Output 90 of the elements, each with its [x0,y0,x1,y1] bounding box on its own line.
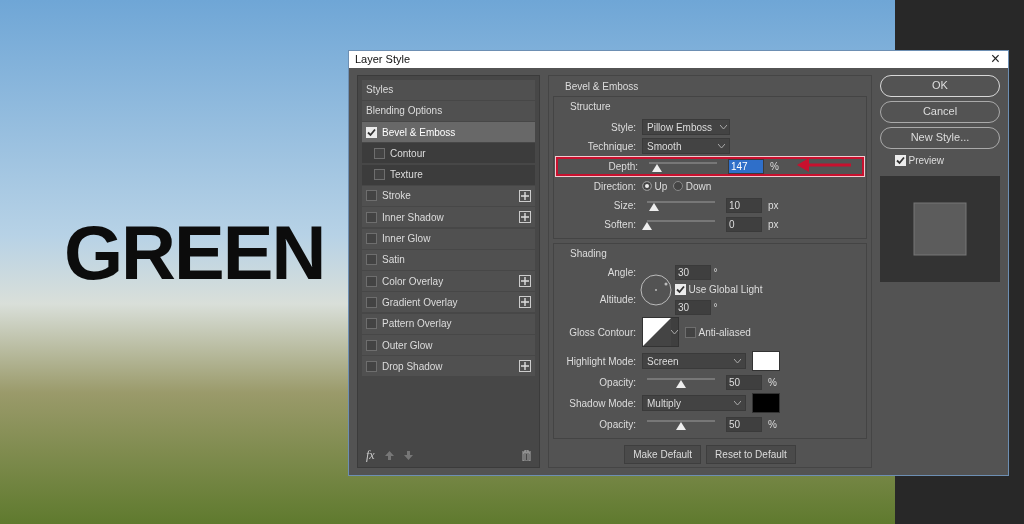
number-field[interactable]: 30 [675,264,711,280]
group-title: Bevel & Emboss [565,79,640,94]
slider-thumb[interactable] [676,380,686,388]
style-list-item[interactable]: Gradient Overlay [362,292,535,313]
style-list-item[interactable]: Contour [362,143,535,164]
window-title: Layer Style [355,52,411,67]
checkbox[interactable] [374,147,385,159]
checkbox-label[interactable]: Preview [895,152,1000,168]
checkbox[interactable] [366,190,377,202]
field-label: Style: [610,120,636,135]
unit-label: % [768,417,777,432]
radio-option[interactable]: Up [642,178,668,194]
slider-thumb[interactable] [642,222,652,230]
add-icon[interactable] [519,190,531,202]
field-label: Angle: [606,265,636,280]
unit-label: % [770,159,779,174]
dialog-button[interactable]: New Style... [880,126,1000,149]
default-button[interactable]: Reset to Default [706,445,796,464]
number-field[interactable]: 50 [726,416,762,432]
number-field[interactable]: 50 [726,374,762,390]
dialog-button[interactable]: OK [880,74,1000,97]
unit-label: ° [713,265,718,280]
style-list-item[interactable]: Bevel & Emboss [362,122,535,143]
number-field[interactable]: 10 [726,197,762,213]
field-label: Altitude: [598,292,636,307]
field-label: Size: [612,198,636,213]
checkbox[interactable] [685,326,696,338]
field-label: Gloss Contour: [568,325,636,340]
dropdown[interactable]: Screen [642,353,746,369]
checkbox[interactable] [675,284,686,295]
number-field[interactable]: 30 [675,299,711,315]
checkbox-label[interactable]: Use Global Light [675,282,763,297]
contour-picker[interactable] [642,317,679,347]
number-field[interactable]: 0 [726,216,762,232]
dropdown[interactable]: Multiply [642,395,746,411]
field-label: Shadow Mode: [568,396,636,411]
trash-icon[interactable] [522,447,531,463]
style-list-item[interactable]: Satin [362,249,535,270]
checkbox-label[interactable]: Anti-aliased [685,324,751,340]
dropdown[interactable]: Pillow Emboss [642,119,730,135]
dialog-button[interactable]: Cancel [880,100,1000,123]
preview-swatch [913,201,967,256]
default-button[interactable]: Make Default [624,445,702,464]
checkbox[interactable] [366,360,377,372]
add-icon[interactable] [519,211,531,224]
radio-option[interactable]: Down [673,178,712,194]
slider-thumb[interactable] [652,164,663,172]
field-label: Technique: [586,139,636,154]
unit-label: % [768,375,777,390]
style-list-item[interactable]: Styles [362,79,535,100]
style-list-item[interactable]: Blending Options [362,100,535,121]
add-icon[interactable] [519,275,531,288]
group-title: Shading [570,246,608,261]
style-list-item[interactable]: Pattern Overlay [362,313,535,334]
style-list-item[interactable]: Inner Glow [362,228,535,249]
style-list-item[interactable]: Outer Glow [362,335,535,356]
slider-thumb[interactable] [676,422,686,430]
style-list-item[interactable]: Stroke [362,186,535,206]
group-title: Structure [570,99,612,114]
checkbox[interactable] [366,318,377,330]
checkbox[interactable] [366,254,377,266]
unit-label: ° [713,300,718,315]
field-label: Soften: [603,217,636,232]
checkbox[interactable] [366,339,377,351]
field-label: Highlight Mode: [565,354,636,369]
style-list-item[interactable]: Drop Shadow [362,356,535,377]
field-label: Depth: [607,159,638,174]
checkbox[interactable] [366,211,377,223]
field-label: Opacity: [598,375,636,390]
style-list-item[interactable]: Inner Shadow [362,207,535,228]
dropdown[interactable]: Smooth [642,138,730,154]
color-swatch[interactable] [752,351,780,371]
checkbox[interactable] [374,169,385,181]
field-label: Opacity: [598,417,636,432]
color-swatch[interactable] [752,393,780,413]
style-list-item[interactable]: Color Overlay [362,271,535,292]
close-button[interactable]: × [982,51,1008,68]
style-list-item[interactable]: Texture [362,164,535,185]
checkbox[interactable] [366,233,377,245]
slider-thumb[interactable] [648,203,659,211]
unit-label: px [768,217,779,232]
checkbox[interactable] [366,296,377,308]
number-field[interactable]: 147 [728,158,764,174]
canvas-text: GREEN [64,215,325,291]
add-icon[interactable] [519,360,531,373]
checkbox[interactable] [366,275,377,287]
fx-button[interactable]: fx [366,446,375,464]
add-icon[interactable] [519,296,531,309]
field-label: Direction: [592,179,636,194]
unit-label: px [768,198,779,213]
